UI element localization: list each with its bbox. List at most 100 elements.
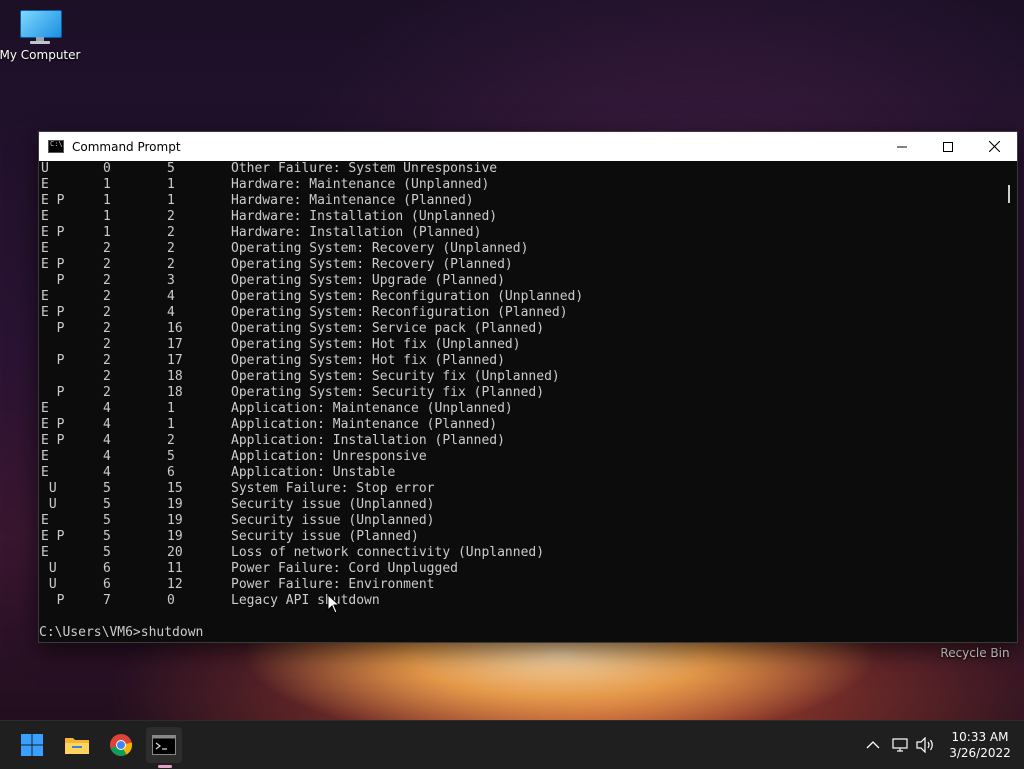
row-flags: E [41,241,49,256]
row-flags: U [41,481,57,496]
row-major-code: 4 [103,417,111,432]
row-minor-code: 12 [167,577,183,592]
maximize-button[interactable] [925,132,971,161]
row-flags: E [41,209,49,224]
row-flags: P [41,593,65,608]
my-computer-desktop-icon[interactable]: My Computer [0,8,80,62]
console-row: U 5 19 Security issue (Unplanned) [39,497,1001,513]
row-major-code: 2 [103,305,111,320]
minimize-icon [897,146,907,147]
chevron-up-icon [866,741,880,749]
row-minor-code: 1 [167,401,175,416]
row-minor-code: 19 [167,513,183,528]
row-flags: E [41,513,49,528]
row-major-code: 2 [103,385,111,400]
recycle-bin-label[interactable]: Recycle Bin [930,646,1020,660]
volume-button[interactable] [916,721,936,769]
row-description: Operating System: Upgrade (Planned) [231,273,505,288]
row-major-code: 1 [103,177,111,192]
console-row: P 7 0 Legacy API shutdown [39,593,1001,609]
row-minor-code: 1 [167,177,175,192]
row-major-code: 5 [103,545,111,560]
console-rows: U 0 5 Other Failure: System Unresponsive E 1 1… [39,161,1001,609]
row-description: Operating System: Recovery (Planned) [231,257,513,272]
row-major-code: 2 [103,289,111,304]
row-flags: E P [41,417,65,432]
row-minor-code: 19 [167,497,183,512]
system-clock[interactable]: 10:33 AM 3/26/2022 [940,729,1020,761]
row-minor-code: 16 [167,321,183,336]
row-description: Other Failure: System Unresponsive [231,161,498,176]
console-row: E 4 1 Application: Maintenance (Unplanned) [39,401,1001,417]
row-minor-code: 17 [167,337,183,352]
console-row: E P 5 19 Security issue (Planned) [39,529,1001,545]
command-prompt-window[interactable]: Command Prompt U 0 5 Other Failure: System … [38,131,1018,643]
row-minor-code: 6 [167,465,175,480]
console-row: E P 1 2 Hardware: Installation (Planned) [39,225,1001,241]
row-description: Operating System: Hot fix (Unplanned) [231,337,521,352]
file-explorer-button[interactable] [59,727,95,763]
console-row: E 4 6 Application: Unstable [39,465,1001,481]
command-prompt-line[interactable]: C:\Users\VM6>shutdown [39,625,203,641]
row-minor-code: 2 [167,257,175,272]
row-major-code: 1 [103,225,111,240]
row-description: Security issue (Unplanned) [231,513,435,528]
speaker-icon [916,737,933,753]
console-row: P 2 18 Operating System: Security fix (Plan… [39,385,1001,401]
row-major-code: 6 [103,577,111,592]
row-description: Operating System: Recovery (Unplanned) [231,241,529,256]
row-major-code: 2 [103,257,111,272]
row-description: Application: Maintenance (Planned) [231,417,498,432]
windows-logo-icon [21,734,43,756]
vertical-scrollbar[interactable] [1001,161,1017,642]
console-row: U 6 11 Power Failure: Cord Unplugged [39,561,1001,577]
row-major-code: 6 [103,561,111,576]
console-row: P 2 17 Operating System: Hot fix (Planned) [39,353,1001,369]
monitor-icon [18,8,62,44]
row-minor-code: 18 [167,385,183,400]
row-flags: U [41,161,49,176]
row-major-code: 5 [103,513,111,528]
row-minor-code: 2 [167,433,175,448]
console-row: P 2 3 Operating System: Upgrade (Planned) [39,273,1001,289]
row-major-code: 4 [103,433,111,448]
row-flags: E P [41,193,65,208]
window-title: Command Prompt [72,139,181,154]
start-button[interactable] [14,727,50,763]
row-minor-code: 2 [167,225,175,240]
command-prompt-taskbar-button[interactable] [146,727,182,763]
console-row: P 2 16 Operating System: Service pack (Plan… [39,321,1001,337]
show-hidden-icons-button[interactable] [866,721,880,769]
my-computer-label: My Computer [0,48,81,62]
row-flags: E [41,545,49,560]
row-major-code: 1 [103,193,111,208]
console-row: 2 17 Operating System: Hot fix (Unplanned) [39,337,1001,353]
row-description: Hardware: Installation (Unplanned) [231,209,498,224]
row-flags: U [41,497,57,512]
window-titlebar[interactable]: Command Prompt [39,132,1017,161]
row-minor-code: 3 [167,273,175,288]
row-major-code: 4 [103,401,111,416]
minimize-button[interactable] [879,132,925,161]
row-description: Operating System: Security fix (Planned) [231,385,545,400]
console-output[interactable]: U 0 5 Other Failure: System Unresponsive E 1 1… [39,161,1001,642]
row-minor-code: 2 [167,209,175,224]
row-flags: E P [41,225,65,240]
folder-icon [65,738,89,754]
row-minor-code: 4 [167,289,175,304]
row-description: Power Failure: Cord Unplugged [231,561,458,576]
row-minor-code: 5 [167,161,175,176]
row-description: Operating System: Hot fix (Planned) [231,353,505,368]
row-major-code: 1 [103,209,111,224]
row-description: Hardware: Maintenance (Unplanned) [231,177,490,192]
chrome-icon [110,734,133,756]
scrollbar-thumb[interactable] [1008,185,1010,203]
chrome-button[interactable] [103,727,139,763]
row-major-code: 2 [103,369,111,384]
console-row: U 5 15 System Failure: Stop error [39,481,1001,497]
row-flags: E P [41,433,65,448]
close-button[interactable] [971,132,1017,161]
row-description: Hardware: Installation (Planned) [231,225,482,240]
network-button[interactable] [892,721,910,769]
row-major-code: 5 [103,481,111,496]
